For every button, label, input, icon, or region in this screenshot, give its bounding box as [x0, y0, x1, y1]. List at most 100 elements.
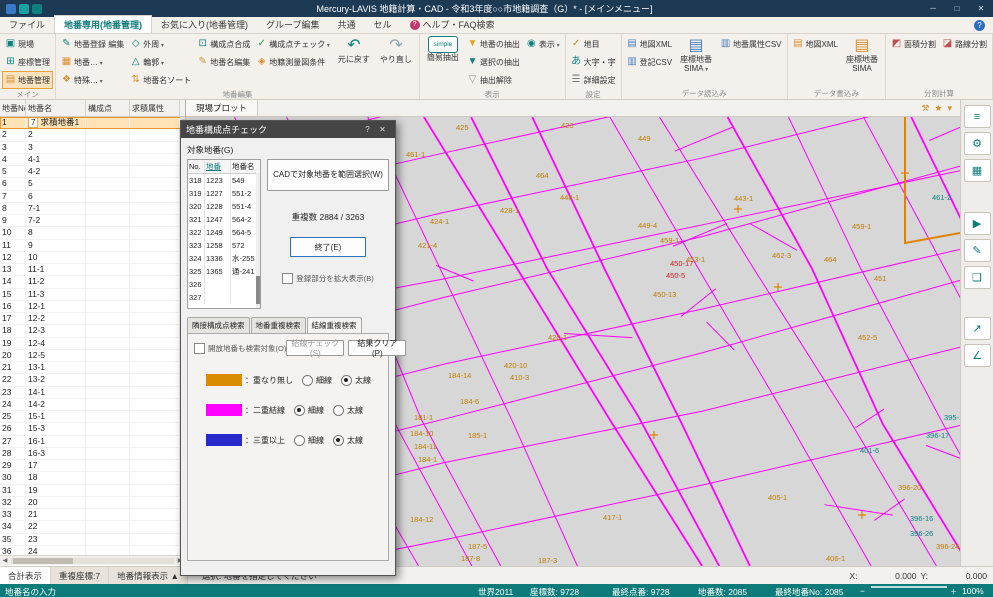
- minimize-button[interactable]: －: [921, 0, 945, 17]
- bottom-tab-1[interactable]: 重複座標:7: [51, 567, 109, 584]
- table-row[interactable]: 87-1: [0, 203, 185, 215]
- ribbon-tab-parcel-main[interactable]: 地番専用(地番管理): [54, 15, 152, 33]
- navigate-icon[interactable]: ▶: [964, 212, 991, 235]
- grid-view-icon[interactable]: ▦: [964, 159, 991, 182]
- csv-button[interactable]: ▥登記CSV: [624, 53, 675, 71]
- sima-button[interactable]: ▤座標地番 SIMA: [675, 35, 717, 75]
- table-row[interactable]: 17求積地番1: [0, 117, 185, 129]
- asplit-button[interactable]: ◩面積分割: [888, 35, 939, 53]
- dialog-help-icon[interactable]: ?: [360, 125, 375, 134]
- table-row[interactable]: 3220: [0, 497, 185, 509]
- csv-button[interactable]: ▥地番属性CSV: [717, 35, 784, 53]
- app-icon[interactable]: [6, 4, 16, 14]
- thick-line-radio[interactable]: [333, 435, 344, 446]
- connection-check-button[interactable]: 結線チェック(S): [286, 340, 344, 356]
- funnel-button[interactable]: ▼地番の抽出: [464, 35, 523, 53]
- sort-button[interactable]: ⇅地番名ソート: [127, 71, 194, 89]
- dialog-close-icon[interactable]: ✕: [375, 125, 390, 134]
- column-header[interactable]: 構成点: [86, 100, 130, 116]
- chevron-down-icon[interactable]: ▾: [947, 103, 952, 114]
- table-row[interactable]: 1411-2: [0, 276, 185, 288]
- line-tool-icon[interactable]: ↗: [964, 317, 991, 340]
- list-row[interactable]: 3191227551-2: [188, 187, 260, 200]
- table-row[interactable]: 2716-1: [0, 436, 185, 448]
- bottom-tab-2[interactable]: 地番情報表示 ▲: [109, 567, 188, 584]
- table-row[interactable]: 3018: [0, 472, 185, 484]
- open-parcel-checkbox[interactable]: 開放地番も検索対象(O): [194, 343, 286, 354]
- list-row[interactable]: 3221249564-5: [188, 226, 260, 239]
- coord-button[interactable]: ⊞座標管理: [2, 53, 53, 71]
- redo-button[interactable]: ↷やり直し: [375, 35, 417, 65]
- table-row[interactable]: 76: [0, 191, 185, 203]
- parcel-button[interactable]: ▤地番管理: [2, 71, 53, 89]
- ribbon-tab-common[interactable]: 共通: [328, 16, 364, 33]
- ribbon-tab-favorites[interactable]: お気に入り(地番管理): [152, 16, 257, 33]
- zoom-slider[interactable]: [871, 586, 947, 588]
- thin-line-radio[interactable]: [294, 435, 305, 446]
- xml-button[interactable]: ▤地図XML: [624, 35, 675, 53]
- thick-line-radio[interactable]: [341, 375, 352, 386]
- eye-button[interactable]: ◉表示: [523, 35, 563, 53]
- thick-line-radio[interactable]: [333, 405, 344, 416]
- close-button[interactable]: ✕: [969, 0, 993, 17]
- clear-result-button[interactable]: 結果クリア(P): [348, 340, 406, 356]
- simaout-button[interactable]: ▤座標地番 SIMA: [841, 35, 883, 74]
- list-row[interactable]: 3181223549: [188, 174, 260, 187]
- dialog-title-bar[interactable]: 地番構成点チェック ? ✕: [181, 121, 395, 138]
- table-row[interactable]: 2515-1: [0, 411, 185, 423]
- undo-button[interactable]: ↶元に戻す: [333, 35, 375, 65]
- table-row[interactable]: 1912-4: [0, 338, 185, 350]
- quick-access-icon-1[interactable]: [19, 4, 29, 14]
- table-row[interactable]: 2917: [0, 460, 185, 472]
- nameedit-button[interactable]: ✎地番名編集: [194, 53, 253, 71]
- thin-line-radio[interactable]: [294, 405, 305, 416]
- table-row[interactable]: 1511-3: [0, 289, 185, 301]
- list-scrollbar[interactable]: [256, 173, 260, 308]
- table-row[interactable]: 1712-2: [0, 313, 185, 325]
- table-horizontal-scrollbar[interactable]: [0, 555, 185, 565]
- table-row[interactable]: 65: [0, 178, 185, 190]
- star-icon[interactable]: ★: [934, 103, 942, 114]
- gearsm-button[interactable]: ☰詳細設定: [568, 71, 619, 89]
- site-button[interactable]: ▣現場: [2, 35, 53, 53]
- scrollbar-thumb[interactable]: [256, 276, 260, 304]
- scrollbar-track[interactable]: [11, 558, 174, 564]
- table-row[interactable]: 3624: [0, 546, 185, 555]
- table-row[interactable]: 54-2: [0, 166, 185, 178]
- column-header[interactable]: 地番No: [0, 100, 26, 116]
- contour-button[interactable]: △輪郭: [127, 53, 194, 71]
- table-row[interactable]: 22: [0, 129, 185, 141]
- table-row[interactable]: 2414-2: [0, 399, 185, 411]
- checkbox-icon[interactable]: [282, 273, 293, 284]
- ribbon-tab-group-edit[interactable]: グループ編集: [257, 16, 328, 33]
- menu-button[interactable]: ▦地番…: [58, 53, 127, 71]
- cad-range-select-button[interactable]: CADで対象地番を範囲選択(W): [267, 159, 389, 191]
- table-row[interactable]: 2314-1: [0, 387, 185, 399]
- mark-button[interactable]: ✓地目: [568, 35, 619, 53]
- scrollbar-thumb[interactable]: [13, 558, 73, 564]
- plot-pane-tab[interactable]: 現場プロット: [186, 100, 258, 116]
- column-header[interactable]: 求積属性: [130, 100, 180, 116]
- ribbon-tab-help-search[interactable]: ?ヘルプ・FAQ検索: [401, 16, 504, 33]
- table-row[interactable]: 97-2: [0, 215, 185, 227]
- tools-icon[interactable]: ⚒: [921, 103, 929, 114]
- scroll-left-icon[interactable]: [0, 557, 10, 564]
- list-column-header[interactable]: 地番No: [205, 160, 231, 173]
- settings-gear-icon[interactable]: ⚙: [964, 132, 991, 155]
- table-row[interactable]: 1210: [0, 252, 185, 264]
- list-row[interactable]: 3231258572: [188, 239, 260, 252]
- outline-button[interactable]: ◇外周: [127, 35, 194, 53]
- table-row[interactable]: 3321: [0, 509, 185, 521]
- simple-button[interactable]: simple簡易抽出: [422, 35, 464, 63]
- list-column-header[interactable]: No.: [188, 160, 205, 173]
- table-row[interactable]: 3422: [0, 521, 185, 533]
- table-row[interactable]: 2615-3: [0, 423, 185, 435]
- end-button[interactable]: 終了(E): [290, 237, 366, 257]
- list-row[interactable]: 3241336水-255: [188, 252, 260, 265]
- table-row[interactable]: 108: [0, 227, 185, 239]
- list-row[interactable]: 3211247564-2: [188, 213, 260, 226]
- dialog-tab-2[interactable]: 結線重複検索: [307, 317, 362, 333]
- table-row[interactable]: 2213-2: [0, 374, 185, 386]
- target-parcel-list[interactable]: No.地番No地番名 31812235493191227551-23201228…: [187, 159, 261, 309]
- menu-icon[interactable]: ≡: [964, 105, 991, 128]
